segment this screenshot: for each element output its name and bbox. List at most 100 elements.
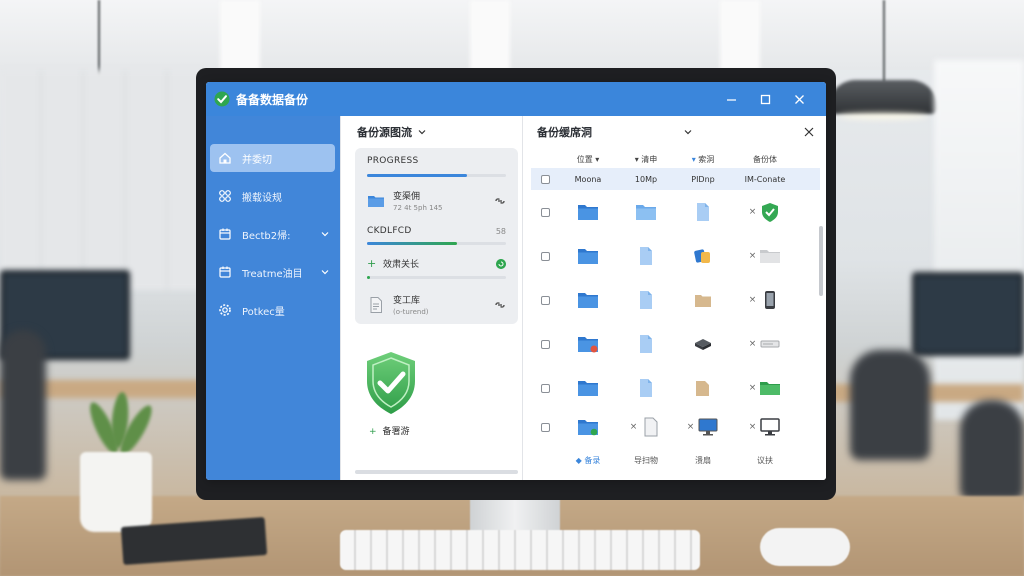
tv-icon <box>760 418 781 436</box>
row-checkbox[interactable] <box>540 207 550 217</box>
pane-title: 备份源图流 <box>357 126 412 139</box>
table-cell: PIDnp <box>691 174 715 184</box>
plus-icon: + <box>369 427 377 437</box>
folder-sync-icon <box>578 420 598 436</box>
column-header[interactable]: ▾ 索洞 <box>675 154 731 165</box>
link-icon[interactable] <box>494 195 506 207</box>
drive-icon <box>760 340 780 348</box>
x-mark: × <box>748 207 757 217</box>
vertical-scrollbar[interactable] <box>819 226 823 296</box>
sidebar-item-preferences[interactable]: Potkec量 <box>210 296 335 324</box>
document-icon <box>370 296 382 313</box>
maximize-button[interactable] <box>748 87 782 111</box>
column-header[interactable]: 备份体 <box>731 154 799 165</box>
table-row[interactable]: × <box>531 234 820 278</box>
disk-icon <box>695 339 711 350</box>
close-window-button[interactable] <box>782 87 816 111</box>
folder-icon <box>578 205 598 220</box>
source-dropdown[interactable]: 备份源图流 <box>341 116 522 148</box>
x-mark: × <box>748 251 757 261</box>
folder-icon <box>578 381 598 396</box>
chevron-down-icon[interactable] <box>684 128 692 136</box>
phone-icon <box>765 291 776 309</box>
x-mark: × <box>629 422 638 432</box>
table-row[interactable]: × <box>531 366 820 410</box>
minimize-button[interactable] <box>714 87 748 111</box>
status-item[interactable]: + 效肃关长 <box>367 257 506 270</box>
table-header: 位置 ▾ ▾ 清申 ▾ 索洞 备份体 <box>531 150 820 168</box>
sidebar-item-settings[interactable]: 搬载设规 <box>210 182 335 210</box>
shield-check-icon <box>367 352 415 414</box>
calendar-icon <box>219 228 231 240</box>
backup-target-pane: 备份缓席洞 位置 ▾ ▾ 清申 ▾ 索洞 备份体 Moona 10Mp PIDn… <box>522 116 826 480</box>
sidebar-item-schedule[interactable]: Bectb2帰: <box>210 220 335 248</box>
table-cell: 10Mp <box>634 174 658 184</box>
row-checkbox[interactable] <box>540 339 550 349</box>
file-item[interactable]: 变工库 (o-turend) <box>367 293 506 316</box>
progress-label: PROGRESS <box>367 156 419 166</box>
row-checkbox[interactable] <box>540 383 550 393</box>
folder-gray-icon <box>760 250 781 263</box>
table-row[interactable]: × <box>531 278 820 322</box>
document-icon <box>640 247 652 265</box>
footer-actions: ◆ 备录 导扫物 溃扇 议扶 <box>531 455 820 466</box>
table-row[interactable]: × × × <box>531 410 820 444</box>
footer-action[interactable]: 议扶 <box>731 455 799 466</box>
file-name: 变渠佣 <box>393 192 421 202</box>
section-percent: 58 <box>495 226 506 236</box>
progress-card: PROGRESS 变渠佣 72 4t 5ph 145 CKDLFCD 58 + … <box>355 148 518 324</box>
plus-icon: + <box>367 257 377 270</box>
file-name: 变工库 <box>393 296 421 306</box>
horizontal-scrollbar[interactable] <box>355 470 518 474</box>
document-icon <box>697 203 709 221</box>
table-row[interactable]: × <box>531 322 820 366</box>
folder-icon <box>578 293 598 308</box>
folder-icon <box>578 249 598 264</box>
section-label: CKDLFCD <box>367 226 412 236</box>
apps-icon <box>694 249 710 263</box>
sidebar: 并委切 搬载设规 Bectb2帰: Treatme油目 Potkec量 <box>206 116 340 480</box>
file-meta: 72 4t 5ph 145 <box>393 204 443 212</box>
sidebar-item-treatment[interactable]: Treatme油目 <box>210 258 335 286</box>
row-checkbox[interactable] <box>540 295 550 305</box>
file-table: 位置 ▾ ▾ 清申 ▾ 索洞 备份体 Moona 10Mp PIDnp IM-C… <box>531 150 820 444</box>
progress-bar <box>367 174 506 177</box>
secure-label: 备署游 <box>382 427 410 437</box>
pane-title: 备份缓席洞 <box>537 126 592 139</box>
column-header[interactable]: ▾ 清申 <box>617 154 675 165</box>
row-checkbox[interactable] <box>540 251 550 261</box>
footer-action[interactable]: 导扫物 <box>617 455 675 466</box>
document-icon <box>640 379 652 397</box>
table-row[interactable]: × <box>531 190 820 234</box>
secure-status: + 备署游 <box>369 424 410 437</box>
row-checkbox[interactable] <box>540 174 550 184</box>
title-bar: 备备数据备份 <box>206 82 826 116</box>
link-icon[interactable] <box>494 299 506 311</box>
file-item[interactable]: 变渠佣 72 4t 5ph 145 <box>367 189 506 212</box>
chevron-down-icon <box>321 232 329 237</box>
minimize-icon <box>726 98 736 101</box>
close-icon[interactable] <box>804 127 814 137</box>
folder-icon <box>636 205 656 220</box>
table-row-selected[interactable]: Moona 10Mp PIDnp IM-Conate <box>531 168 820 190</box>
gear-icon <box>219 304 231 316</box>
footer-action[interactable]: ◆ 备录 <box>559 455 617 466</box>
folder-alert-icon <box>578 337 598 353</box>
maximize-icon <box>760 94 770 104</box>
x-mark: × <box>748 383 757 393</box>
monitor-icon <box>698 418 718 436</box>
row-checkbox[interactable] <box>540 422 550 432</box>
footer-action[interactable]: 溃扇 <box>675 455 731 466</box>
x-mark: × <box>748 295 757 305</box>
box-icon <box>695 295 711 307</box>
document-icon <box>640 291 652 309</box>
chevron-down-icon <box>321 270 329 275</box>
close-icon <box>794 94 804 104</box>
table-cell: Moona <box>574 174 602 184</box>
column-header[interactable]: 位置 ▾ <box>559 154 617 165</box>
chevron-down-icon <box>418 130 426 135</box>
sidebar-item-label: Potkec量 <box>242 306 285 318</box>
x-mark: × <box>686 422 695 432</box>
shield-check-icon <box>762 203 779 222</box>
sidebar-item-home[interactable]: 并委切 <box>210 144 335 172</box>
